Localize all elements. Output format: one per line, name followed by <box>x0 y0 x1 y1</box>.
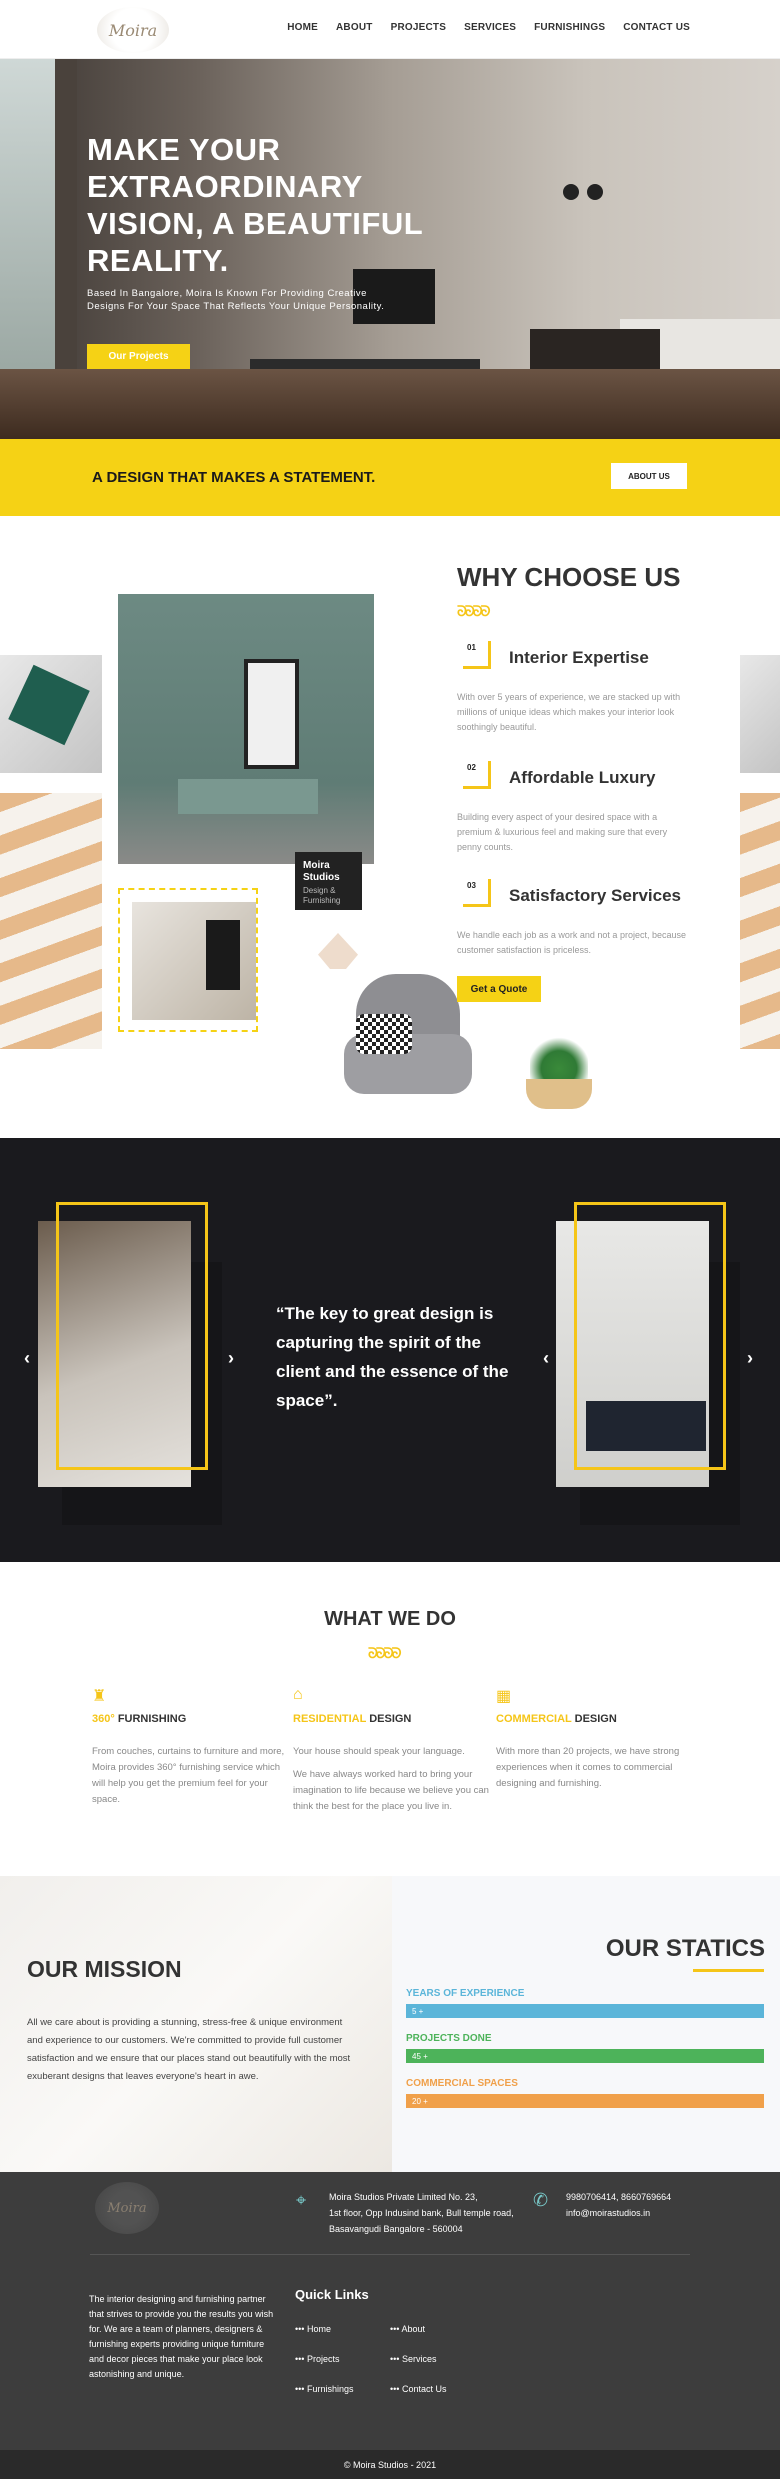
nav-contact[interactable]: CONTACT US <box>623 22 690 33</box>
quick-links-title: Quick Links <box>295 2287 369 2302</box>
feature-number-1: 01 <box>463 641 491 669</box>
site-footer: Moira ⌖ Moira Studios Private Limited No… <box>0 2172 780 2450</box>
side-image-pillow-right <box>740 655 780 773</box>
nav-home[interactable]: HOME <box>287 22 318 33</box>
chevron-left-icon[interactable]: ‹ <box>543 1348 549 1369</box>
stat-bar-experience: 5 + <box>406 2004 764 2018</box>
feature-title-1: Interior Expertise <box>509 648 649 667</box>
stat-label-commercial: COMMERCIAL SPACES <box>406 2078 518 2089</box>
top-navbar: Moira HOME ABOUT PROJECTS SERVICES FURNI… <box>0 0 780 59</box>
service-text-1: From couches, curtains to furniture and … <box>92 1746 285 1805</box>
statics-title: OUR STATICS <box>605 1935 765 1962</box>
mission-section: OUR MISSION All we care about is providi… <box>0 1876 392 2172</box>
home-icon: ⌂ <box>293 1686 303 1703</box>
living-room-image <box>118 594 374 864</box>
hero-curtain-image <box>55 59 77 389</box>
footer-link-projects[interactable]: ••• Projects <box>295 2354 339 2364</box>
site-logo[interactable]: Moira <box>97 7 169 53</box>
pendant-lamp-image <box>563 184 579 200</box>
footer-link-home[interactable]: ••• Home <box>295 2324 331 2334</box>
service-text-2a: Your house should speak your language. <box>293 1746 465 1757</box>
chevron-right-icon[interactable]: › <box>228 1348 234 1369</box>
footer-link-about[interactable]: ••• About <box>390 2324 425 2334</box>
stat-label-experience: YEARS OF EXPERIENCE <box>406 1988 525 1999</box>
main-menu: HOME ABOUT PROJECTS SERVICES FURNISHINGS… <box>287 22 690 33</box>
nav-furnishings[interactable]: FURNISHINGS <box>534 22 605 33</box>
chair-icon: ♜ <box>92 1688 107 1705</box>
pendant-lamp-image <box>587 184 603 200</box>
about-us-button[interactable]: ABOUT US <box>611 463 687 489</box>
footer-link-services[interactable]: ••• Services <box>390 2354 436 2364</box>
get-quote-button[interactable]: Get a Quote <box>457 976 541 1002</box>
side-image-stairs-right <box>740 793 780 1049</box>
paper-lamp-image <box>318 933 358 969</box>
stat-bar-commercial: 20 + <box>406 2094 764 2108</box>
nav-projects[interactable]: PROJECTS <box>391 22 447 33</box>
desk-decor-image <box>132 902 256 1020</box>
footer-address: Moira Studios Private Limited No. 23, 1s… <box>329 2192 514 2234</box>
mission-text: All we care about is providing a stunnin… <box>27 2017 351 2082</box>
footer-contact: 9980706414, 8660769664 info@moirastudios… <box>566 2189 671 2221</box>
feature-text-1: With over 5 years of experience, we are … <box>457 692 681 732</box>
nav-services[interactable]: SERVICES <box>464 22 516 33</box>
stat-label-projects: PROJECTS DONE <box>406 2033 492 2044</box>
footer-link-furnishings[interactable]: ••• Furnishings <box>295 2384 353 2394</box>
chevron-left-icon[interactable]: ‹ <box>24 1348 30 1369</box>
feature-number-3: 03 <box>463 879 491 907</box>
studio-badge: Moira Studios Design & Furnishing <box>295 852 362 910</box>
footer-link-contact[interactable]: ••• Contact Us <box>390 2384 446 2394</box>
service-title-2: RESIDENTIAL DESIGN <box>293 1713 412 1725</box>
banner-text: A DESIGN THAT MAKES A STATEMENT. <box>92 469 376 486</box>
feature-text-3: We handle each job as a work and not a p… <box>457 930 686 955</box>
feature-number-2: 02 <box>463 761 491 789</box>
feature-title-3: Satisfactory Services <box>509 886 681 905</box>
why-choose-title: WHY CHOOSE US <box>457 562 681 592</box>
footer-email[interactable]: info@moirastudios.in <box>566 2205 671 2221</box>
our-projects-button[interactable]: Our Projects <box>87 344 190 369</box>
hero-subtitle: Based In Bangalore, Moira Is Known For P… <box>87 288 385 312</box>
hero-section: MAKE YOUR EXTRAORDINARY VISION, A BEAUTI… <box>0 59 780 439</box>
footer-phone[interactable]: 9980706414, 8660769664 <box>566 2189 671 2205</box>
map-pin-icon: ⌖ <box>296 2190 307 2210</box>
chevron-right-icon[interactable]: › <box>747 1348 753 1369</box>
service-title-3: COMMERCIAL DESIGN <box>496 1713 617 1725</box>
feature-text-2: Building every aspect of your desired sp… <box>457 812 668 852</box>
phone-icon: ✆ <box>533 2190 549 2210</box>
nav-about[interactable]: ABOUT <box>336 22 373 33</box>
side-image-pillow <box>0 655 102 773</box>
squiggle-divider: ᘐᘐᘐᘐ <box>368 1645 401 1661</box>
copyright-bar: © Moira Studios - 2021 <box>0 2450 780 2479</box>
service-text-3: With more than 20 projects, we have stro… <box>496 1746 680 1789</box>
hero-floor-image <box>0 369 780 439</box>
what-we-do-title: WHAT WE DO <box>324 1608 456 1630</box>
statics-section: OUR STATICS YEARS OF EXPERIENCE 5 + PROJ… <box>392 1876 780 2172</box>
footer-logo[interactable]: Moira <box>95 2182 159 2234</box>
squiggle-divider: ᘐᘐᘐᘐ <box>457 603 490 619</box>
building-icon: ▦ <box>496 1688 512 1705</box>
footer-about: The interior designing and furnishing pa… <box>89 2294 274 2379</box>
hero-title: MAKE YOUR EXTRAORDINARY VISION, A BEAUTI… <box>87 132 423 278</box>
feature-title-2: Affordable Luxury <box>509 768 656 787</box>
stat-bar-projects: 45 + <box>406 2049 764 2063</box>
potted-plant-image <box>516 1035 602 1121</box>
service-text-2b: We have always worked hard to bring your… <box>293 1769 489 1812</box>
testimonial-section: ‹ › “The key to great design is capturin… <box>0 1138 780 1562</box>
mission-title: OUR MISSION <box>27 1956 182 1982</box>
statement-banner: A DESIGN THAT MAKES A STATEMENT. ABOUT U… <box>0 439 780 516</box>
design-quote: “The key to great design is capturing th… <box>276 1304 509 1410</box>
side-image-stairs <box>0 793 102 1049</box>
service-title-1: 360° FURNISHING <box>92 1713 187 1725</box>
